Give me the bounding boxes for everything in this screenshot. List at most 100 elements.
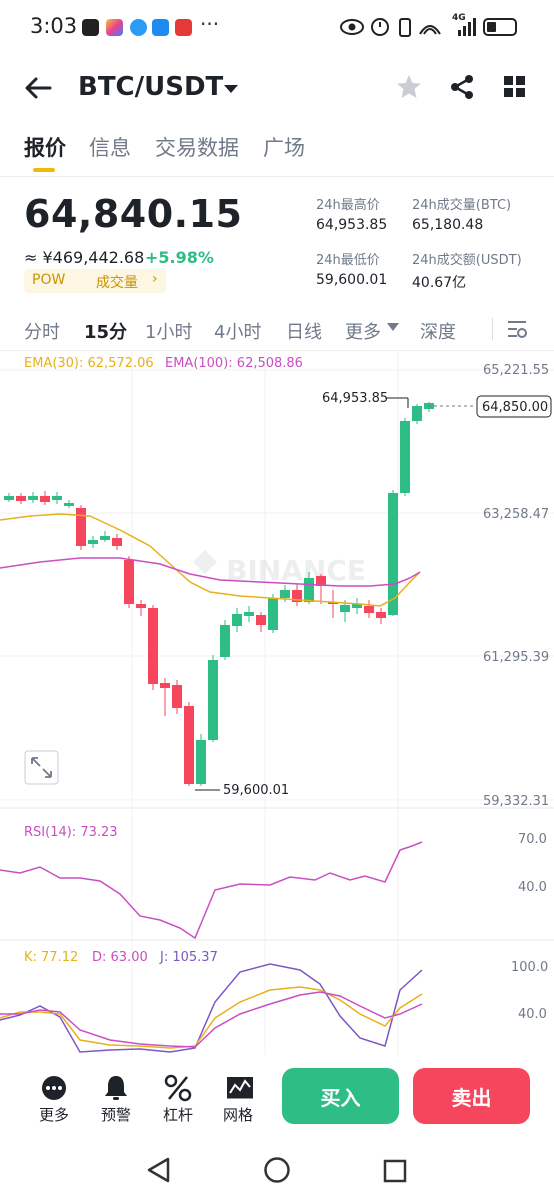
candle	[4, 496, 14, 500]
tag-pow: POW	[32, 272, 66, 288]
tag-volume: 成交量	[96, 275, 138, 291]
tf-depth[interactable]: 深度	[420, 318, 456, 344]
high-marker: 64,953.85	[322, 391, 388, 406]
nav-recents-icon[interactable]	[383, 1159, 407, 1183]
percent-icon[interactable]	[163, 1073, 193, 1103]
vol-usdt-value: 40.67亿	[412, 275, 467, 291]
chart-settings-icon[interactable]	[506, 318, 528, 340]
kdj-d-label: D: 63.00	[92, 950, 148, 965]
candle	[208, 660, 218, 740]
status-time: 3:03	[30, 14, 78, 38]
kdj-j-label: J: 105.37	[159, 950, 218, 965]
last-price: 64,840.15	[24, 192, 243, 236]
candle	[220, 625, 230, 657]
rsi-axis: 70.0	[518, 832, 547, 847]
tab-square[interactable]: 广场	[263, 132, 305, 162]
nav-back-icon[interactable]	[146, 1157, 172, 1183]
app-icon	[175, 19, 192, 36]
leverage-label[interactable]: 杠杆	[148, 1104, 208, 1125]
back-arrow-icon[interactable]	[24, 76, 52, 100]
tf-1h[interactable]: 1小时	[145, 318, 192, 344]
candle	[268, 598, 278, 630]
kline-chart[interactable]: BINANCE 64,953.85 59,600.01 64,850.00 65…	[0, 350, 554, 1055]
candle	[88, 540, 98, 544]
star-icon[interactable]	[396, 74, 422, 100]
more-label[interactable]: 更多	[24, 1104, 84, 1125]
tag-bar[interactable]: POW 成交量 ›	[24, 269, 166, 293]
axis-label: 63,258.47	[483, 507, 549, 522]
grid-label[interactable]: 网格	[208, 1104, 268, 1125]
rsi-axis: 40.0	[518, 880, 547, 895]
kdjK-line	[0, 986, 423, 1049]
candle	[280, 590, 290, 598]
vol-btc-value: 65,180.48	[412, 217, 484, 233]
candle	[196, 740, 206, 784]
binance-logo	[193, 550, 217, 574]
candle	[184, 706, 194, 784]
status-bar: 3:03 ··· 4G	[0, 0, 554, 54]
caret-down-icon[interactable]	[223, 84, 239, 94]
vol-btc-label: 24h成交量(BTC)	[412, 198, 512, 213]
share-icon[interactable]	[449, 74, 475, 100]
candle	[112, 538, 122, 546]
buy-button[interactable]: 买入	[282, 1068, 399, 1124]
candle	[400, 421, 410, 493]
header: BTC/USDT	[0, 54, 554, 124]
tab-trade-data[interactable]: 交易数据	[155, 132, 239, 162]
candle	[304, 578, 314, 602]
status-icons	[340, 18, 517, 37]
low-value: 59,600.01	[316, 272, 388, 288]
grid-trading-icon[interactable]	[225, 1073, 255, 1103]
candle	[16, 496, 26, 501]
alert-label[interactable]: 预警	[86, 1104, 146, 1125]
candle	[232, 614, 242, 626]
caret-down-icon[interactable]	[387, 323, 399, 331]
low-marker: 59,600.01	[223, 783, 289, 798]
more-icon[interactable]	[39, 1073, 69, 1103]
candle	[28, 496, 38, 500]
divider	[492, 318, 493, 340]
main-tabs: 报价 信息 交易数据 广场	[0, 124, 554, 177]
candle	[412, 406, 422, 421]
candle	[256, 615, 266, 625]
price-change: +5.98%	[145, 248, 214, 267]
axis-label: 59,332.31	[483, 794, 549, 809]
kdj-axis: 40.0	[518, 1007, 547, 1022]
app-icon	[130, 19, 147, 36]
fullscreen-icon[interactable]	[24, 750, 59, 785]
app-icon	[82, 19, 99, 36]
candle	[100, 536, 110, 540]
candle	[244, 612, 254, 616]
sell-button[interactable]: 卖出	[413, 1068, 530, 1124]
low-label: 24h最低价	[316, 253, 380, 268]
tf-more[interactable]: 更多	[345, 318, 381, 344]
network-type: 4G	[452, 13, 466, 23]
kdj-k-label: K: 77.12	[24, 950, 78, 965]
candle	[160, 683, 170, 688]
tf-day[interactable]: 日线	[286, 318, 322, 344]
candle	[172, 685, 182, 708]
vol-usdt-label: 24h成交额(USDT)	[412, 253, 522, 268]
cny-price: ≈ ¥469,442.68	[24, 248, 145, 267]
tf-line[interactable]: 分时	[24, 318, 60, 344]
tf-4h[interactable]: 4小时	[214, 318, 261, 344]
pair-title[interactable]: BTC/USDT	[78, 72, 223, 102]
grid-layout-icon[interactable]	[504, 76, 526, 98]
rsi-label: RSI(14): 73.23	[24, 825, 118, 840]
candle	[40, 496, 50, 502]
candle	[64, 503, 74, 506]
tab-info[interactable]: 信息	[89, 132, 131, 162]
high-value: 64,953.85	[316, 217, 388, 233]
tab-quote[interactable]: 报价	[24, 132, 66, 162]
bell-icon[interactable]	[101, 1073, 131, 1103]
candle	[364, 606, 374, 613]
rsi-line	[0, 841, 423, 940]
kdjJ-line	[0, 963, 423, 1053]
app-icon	[152, 19, 169, 36]
candle	[52, 496, 62, 500]
nav-home-icon[interactable]	[263, 1156, 291, 1184]
current-price: 64,850.00	[482, 400, 548, 415]
app-icon	[106, 19, 123, 36]
tf-15m[interactable]: 15分	[84, 318, 127, 344]
kdj-axis: 100.0	[511, 960, 548, 975]
